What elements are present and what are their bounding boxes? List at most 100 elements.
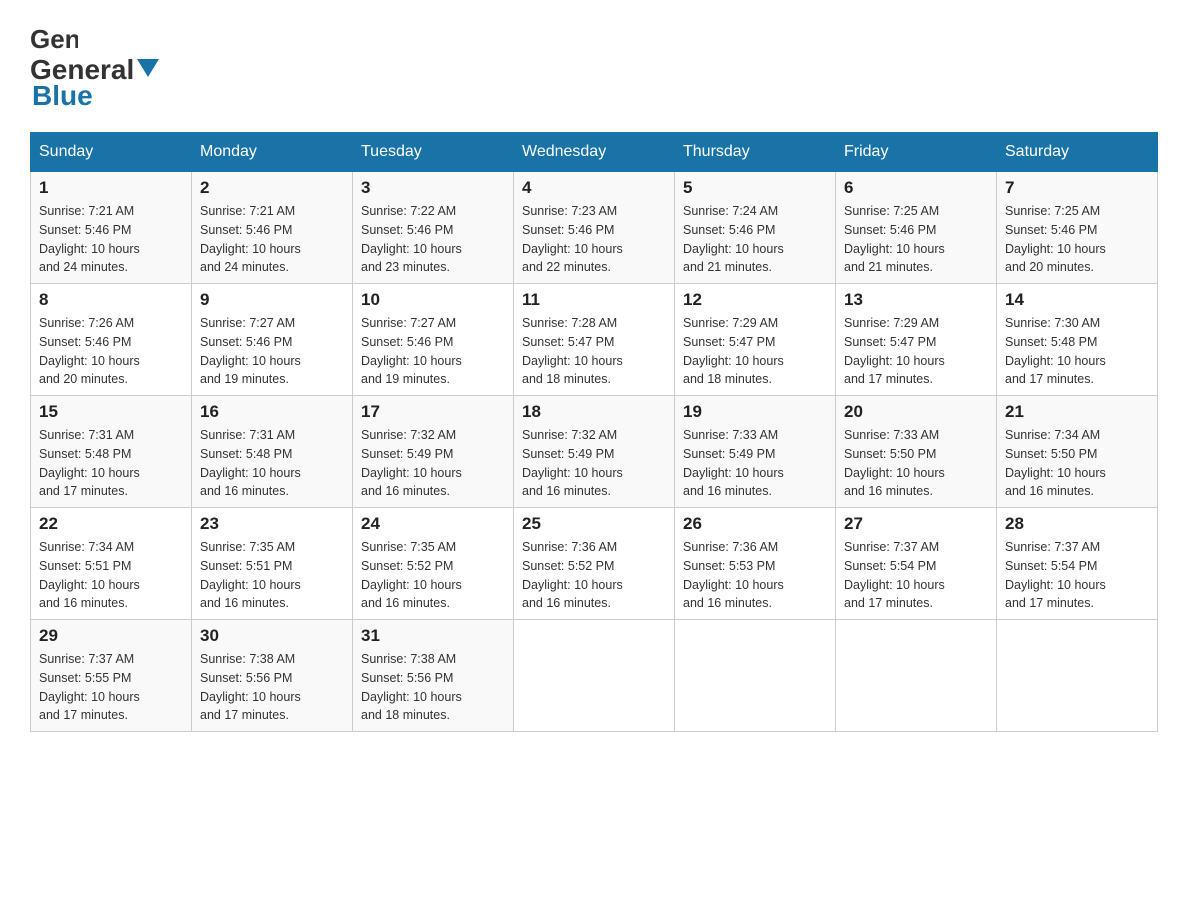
- calendar-cell: 6Sunrise: 7:25 AMSunset: 5:46 PMDaylight…: [836, 172, 997, 284]
- logo-arrow-icon: [137, 59, 159, 86]
- calendar-cell: 13Sunrise: 7:29 AMSunset: 5:47 PMDayligh…: [836, 284, 997, 396]
- day-info: Sunrise: 7:31 AMSunset: 5:48 PMDaylight:…: [200, 426, 344, 501]
- day-number: 11: [522, 290, 666, 310]
- day-number: 12: [683, 290, 827, 310]
- day-info: Sunrise: 7:38 AMSunset: 5:56 PMDaylight:…: [200, 650, 344, 725]
- day-info: Sunrise: 7:28 AMSunset: 5:47 PMDaylight:…: [522, 314, 666, 389]
- calendar-cell: 31 Sunrise: 7:38 AMSunset: 5:56 PMDayligh…: [353, 620, 514, 732]
- day-info: Sunrise: 7:25 AMSunset: 5:46 PMDaylight:…: [1005, 202, 1149, 277]
- calendar-cell: 8 Sunrise: 7:26 AMSunset: 5:46 PMDaylight…: [31, 284, 192, 396]
- calendar-cell: 12Sunrise: 7:29 AMSunset: 5:47 PMDayligh…: [675, 284, 836, 396]
- calendar-cell: 19Sunrise: 7:33 AMSunset: 5:49 PMDayligh…: [675, 396, 836, 508]
- calendar-week-row: 1 Sunrise: 7:21 AMSunset: 5:46 PMDaylight…: [31, 172, 1158, 284]
- day-info: Sunrise: 7:30 AMSunset: 5:48 PMDaylight:…: [1005, 314, 1149, 389]
- day-info: Sunrise: 7:31 AMSunset: 5:48 PMDaylight:…: [39, 426, 183, 501]
- calendar-cell: 5 Sunrise: 7:24 AMSunset: 5:46 PMDaylight…: [675, 172, 836, 284]
- page-header: General General Blue: [30, 20, 1158, 112]
- day-number: 20: [844, 402, 988, 422]
- day-number: 10: [361, 290, 505, 310]
- calendar-cell: 7 Sunrise: 7:25 AMSunset: 5:46 PMDaylight…: [997, 172, 1158, 284]
- calendar-cell: [997, 620, 1158, 732]
- calendar-cell: 27 Sunrise: 7:37 AMSunset: 5:54 PMDayligh…: [836, 508, 997, 620]
- calendar-cell: [675, 620, 836, 732]
- header-monday: Monday: [192, 133, 353, 172]
- day-number: 22: [39, 514, 183, 534]
- day-number: 24: [361, 514, 505, 534]
- day-number: 18: [522, 402, 666, 422]
- day-number: 4: [522, 178, 666, 198]
- day-number: 14: [1005, 290, 1149, 310]
- day-number: 31: [361, 626, 505, 646]
- svg-text:General: General: [30, 24, 78, 54]
- day-number: 27: [844, 514, 988, 534]
- calendar-week-row: 15 Sunrise: 7:31 AMSunset: 5:48 PMDayligh…: [31, 396, 1158, 508]
- day-number: 17: [361, 402, 505, 422]
- calendar-cell: 18 Sunrise: 7:32 AMSunset: 5:49 PMDayligh…: [514, 396, 675, 508]
- calendar-cell: 16 Sunrise: 7:31 AMSunset: 5:48 PMDayligh…: [192, 396, 353, 508]
- day-info: Sunrise: 7:37 AMSunset: 5:54 PMDaylight:…: [844, 538, 988, 613]
- day-info: Sunrise: 7:22 AMSunset: 5:46 PMDaylight:…: [361, 202, 505, 277]
- header-thursday: Thursday: [675, 133, 836, 172]
- day-number: 6: [844, 178, 988, 198]
- calendar-table: SundayMondayTuesdayWednesdayThursdayFrid…: [30, 132, 1158, 732]
- day-info: Sunrise: 7:37 AMSunset: 5:54 PMDaylight:…: [1005, 538, 1149, 613]
- day-number: 7: [1005, 178, 1149, 198]
- day-number: 15: [39, 402, 183, 422]
- day-info: Sunrise: 7:34 AMSunset: 5:51 PMDaylight:…: [39, 538, 183, 613]
- header-wednesday: Wednesday: [514, 133, 675, 172]
- day-number: 16: [200, 402, 344, 422]
- day-number: 30: [200, 626, 344, 646]
- day-info: Sunrise: 7:29 AMSunset: 5:47 PMDaylight:…: [844, 314, 988, 389]
- calendar-cell: 17 Sunrise: 7:32 AMSunset: 5:49 PMDayligh…: [353, 396, 514, 508]
- day-info: Sunrise: 7:21 AMSunset: 5:46 PMDaylight:…: [200, 202, 344, 277]
- calendar-cell: 9Sunrise: 7:27 AMSunset: 5:46 PMDaylight…: [192, 284, 353, 396]
- calendar-cell: 10 Sunrise: 7:27 AMSunset: 5:46 PMDayligh…: [353, 284, 514, 396]
- calendar-cell: [836, 620, 997, 732]
- day-number: 5: [683, 178, 827, 198]
- day-info: Sunrise: 7:38 AMSunset: 5:56 PMDaylight:…: [361, 650, 505, 725]
- calendar-cell: 3 Sunrise: 7:22 AMSunset: 5:46 PMDaylight…: [353, 172, 514, 284]
- header-tuesday: Tuesday: [353, 133, 514, 172]
- day-info: Sunrise: 7:34 AMSunset: 5:50 PMDaylight:…: [1005, 426, 1149, 501]
- day-number: 26: [683, 514, 827, 534]
- day-info: Sunrise: 7:23 AMSunset: 5:46 PMDaylight:…: [522, 202, 666, 277]
- day-info: Sunrise: 7:26 AMSunset: 5:46 PMDaylight:…: [39, 314, 183, 389]
- calendar-cell: 22 Sunrise: 7:34 AMSunset: 5:51 PMDayligh…: [31, 508, 192, 620]
- day-info: Sunrise: 7:35 AMSunset: 5:51 PMDaylight:…: [200, 538, 344, 613]
- day-number: 3: [361, 178, 505, 198]
- calendar-cell: 2 Sunrise: 7:21 AMSunset: 5:46 PMDaylight…: [192, 172, 353, 284]
- day-number: 28: [1005, 514, 1149, 534]
- calendar-cell: 30 Sunrise: 7:38 AMSunset: 5:56 PMDayligh…: [192, 620, 353, 732]
- calendar-cell: [514, 620, 675, 732]
- day-number: 25: [522, 514, 666, 534]
- calendar-cell: 26 Sunrise: 7:36 AMSunset: 5:53 PMDayligh…: [675, 508, 836, 620]
- day-info: Sunrise: 7:32 AMSunset: 5:49 PMDaylight:…: [361, 426, 505, 501]
- calendar-cell: 11 Sunrise: 7:28 AMSunset: 5:47 PMDayligh…: [514, 284, 675, 396]
- day-info: Sunrise: 7:35 AMSunset: 5:52 PMDaylight:…: [361, 538, 505, 613]
- day-info: Sunrise: 7:36 AMSunset: 5:52 PMDaylight:…: [522, 538, 666, 613]
- day-info: Sunrise: 7:24 AMSunset: 5:46 PMDaylight:…: [683, 202, 827, 277]
- logo: General General Blue: [30, 20, 162, 112]
- day-info: Sunrise: 7:33 AMSunset: 5:49 PMDaylight:…: [683, 426, 827, 501]
- day-number: 1: [39, 178, 183, 198]
- header-saturday: Saturday: [997, 133, 1158, 172]
- calendar-cell: 14 Sunrise: 7:30 AMSunset: 5:48 PMDayligh…: [997, 284, 1158, 396]
- day-info: Sunrise: 7:33 AMSunset: 5:50 PMDaylight:…: [844, 426, 988, 501]
- calendar-cell: 29Sunrise: 7:37 AMSunset: 5:55 PMDayligh…: [31, 620, 192, 732]
- day-info: Sunrise: 7:32 AMSunset: 5:49 PMDaylight:…: [522, 426, 666, 501]
- calendar-cell: 24 Sunrise: 7:35 AMSunset: 5:52 PMDayligh…: [353, 508, 514, 620]
- header-friday: Friday: [836, 133, 997, 172]
- logo-blue-text: Blue: [32, 80, 93, 111]
- calendar-cell: 28 Sunrise: 7:37 AMSunset: 5:54 PMDayligh…: [997, 508, 1158, 620]
- day-info: Sunrise: 7:36 AMSunset: 5:53 PMDaylight:…: [683, 538, 827, 613]
- day-number: 21: [1005, 402, 1149, 422]
- day-info: Sunrise: 7:27 AMSunset: 5:46 PMDaylight:…: [200, 314, 344, 389]
- day-number: 2: [200, 178, 344, 198]
- day-number: 23: [200, 514, 344, 534]
- calendar-week-row: 8 Sunrise: 7:26 AMSunset: 5:46 PMDaylight…: [31, 284, 1158, 396]
- day-info: Sunrise: 7:27 AMSunset: 5:46 PMDaylight:…: [361, 314, 505, 389]
- calendar-week-row: 22 Sunrise: 7:34 AMSunset: 5:51 PMDayligh…: [31, 508, 1158, 620]
- day-info: Sunrise: 7:21 AMSunset: 5:46 PMDaylight:…: [39, 202, 183, 277]
- day-number: 8: [39, 290, 183, 310]
- day-info: Sunrise: 7:37 AMSunset: 5:55 PMDaylight:…: [39, 650, 183, 725]
